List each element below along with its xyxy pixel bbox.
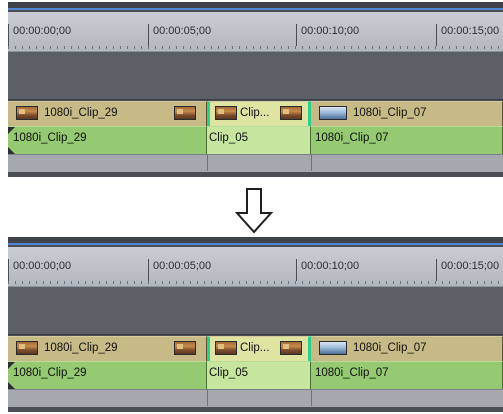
film-thumbnail-icon [16,106,38,120]
clip-05-video-label: Clip... [240,107,270,119]
audio-clip-05[interactable]: Clip_05 [207,361,311,389]
audio-clip-05[interactable]: Clip_05 [207,126,311,154]
empty-track[interactable] [8,52,503,100]
video-track[interactable]: 1080i_Clip_29 Clip... 1080i_Clip_07 [8,336,503,361]
film-thumbnail-icon [215,106,237,120]
audio-track[interactable]: 1080i_Clip_29 Clip_05 1080i_Clip_07 [8,361,503,389]
ruler-ticks [8,41,503,49]
audio-clip-05-label: Clip_05 [209,367,248,379]
video-clip-29[interactable]: 1080i_Clip_29 [8,101,207,126]
timecode-label-15: 00:00:15;00 [436,24,499,46]
video-clip-29[interactable]: 1080i_Clip_29 [8,336,207,361]
clip-start-marker-icon [8,382,15,389]
film-thumbnail-icon [215,341,237,355]
film-thumbnail-icon [16,341,38,355]
audio-clip-07[interactable]: 1080i_Clip_07 [311,361,503,389]
video-clip-05[interactable]: Clip... [207,336,311,361]
film-thumbnail-icon [280,106,302,120]
film-thumbnail-icon [319,341,347,355]
clip-boundary-line [207,389,208,406]
audio-clip-07-label: 1080i_Clip_07 [315,367,389,379]
film-thumbnail-icon [280,341,302,355]
clip-07-label: 1080i_Clip_07 [353,107,427,119]
timecode-label-5: 00:00:05;00 [148,259,211,281]
film-thumbnail-icon [319,106,347,120]
audio-clip-29[interactable]: 1080i_Clip_29 [8,361,207,389]
clip-boundary-line [311,154,312,171]
audio-clip-05-label: Clip_05 [209,132,248,144]
timecode-ruler[interactable]: 00:00:00;00 00:00:05;00 00:00:10;00 00:0… [8,12,503,52]
audio-clip-07[interactable]: 1080i_Clip_07 [311,126,503,154]
timecode-label-0: 00:00:00;00 [8,259,71,281]
audio-clip-29-label: 1080i_Clip_29 [13,132,87,144]
ruler-ticks [8,276,503,284]
clip-boundary-line [207,154,208,171]
clip-29-label: 1080i_Clip_29 [44,342,118,354]
timeline-top-bar [8,2,503,10]
timeline-panel-before: 00:00:00;00 00:00:05;00 00:00:10;00 00:0… [8,2,503,177]
timecode-ruler[interactable]: 00:00:00;00 00:00:05;00 00:00:10;00 00:0… [8,247,503,287]
film-thumbnail-icon [174,106,196,120]
timecode-label-15: 00:00:15;00 [436,259,499,281]
timecode-label-0: 00:00:00;00 [8,24,71,46]
timecode-label-10: 00:00:10;00 [296,24,359,46]
timeline-bottom-band [8,154,503,172]
timeline-bottom-band [8,389,503,407]
video-track[interactable]: 1080i_Clip_29 Clip... 1080i_Clip_07 [8,101,503,126]
clip-boundary-line [311,389,312,406]
video-clip-07[interactable]: 1080i_Clip_07 [311,336,503,361]
audio-track[interactable]: 1080i_Clip_29 Clip_05 1080i_Clip_07 [8,126,503,154]
video-clip-05[interactable]: Clip... [207,101,311,126]
audio-clip-29[interactable]: 1080i_Clip_29 [8,126,207,154]
timecode-label-10: 00:00:10;00 [296,259,359,281]
down-arrow-icon [235,188,273,234]
film-thumbnail-icon [174,341,196,355]
video-clip-07[interactable]: 1080i_Clip_07 [311,101,503,126]
clip-07-label: 1080i_Clip_07 [353,342,427,354]
empty-track[interactable] [8,287,503,335]
audio-clip-29-label: 1080i_Clip_29 [13,367,87,379]
clip-29-label: 1080i_Clip_29 [44,107,118,119]
timeline-top-bar [8,237,503,245]
timecode-label-5: 00:00:05;00 [148,24,211,46]
audio-clip-07-label: 1080i_Clip_07 [315,132,389,144]
clip-05-video-label: Clip... [240,342,270,354]
clip-start-marker-icon [8,147,15,154]
timeline-panel-after: 00:00:00;00 00:00:05;00 00:00:10;00 00:0… [8,237,503,412]
